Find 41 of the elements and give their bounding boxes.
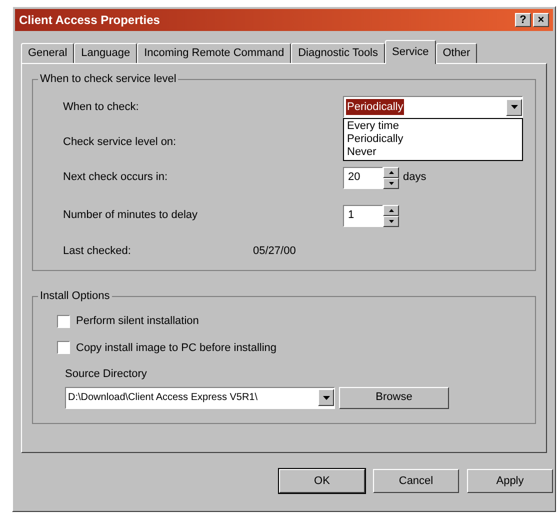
tab[interactable]: Language (74, 43, 138, 63)
checkbox-label: Perform silent installation (76, 314, 199, 329)
dialog-button[interactable]: Apply (467, 469, 553, 493)
window-title: Client Access Properties (19, 12, 160, 29)
dropdown-button[interactable] (318, 389, 334, 406)
caret-up-icon (388, 208, 394, 212)
number-field[interactable]: 20 (343, 166, 383, 188)
number-field[interactable]: 1 (343, 204, 383, 226)
caret-down-icon (388, 220, 394, 222)
browse-button[interactable]: Browse (339, 386, 449, 408)
help-button[interactable]: ? (515, 13, 531, 27)
spin-up-button[interactable] (383, 204, 399, 216)
spin-down-button[interactable] (383, 178, 399, 188)
checkbox-label: Copy install image to PC before installing (76, 340, 277, 356)
tab[interactable]: Other (436, 43, 478, 63)
dropdown-option[interactable]: Periodically (344, 133, 522, 146)
tab[interactable]: Diagnostic Tools (291, 43, 386, 63)
field-label: Check service level on: (63, 135, 176, 150)
field-label: Number of minutes to delay (63, 208, 199, 224)
dropdown-option[interactable]: Never (344, 146, 522, 159)
dialog-button[interactable]: Cancel (373, 469, 459, 493)
field-label: Next check occurs in: (63, 170, 169, 186)
caret-down-icon (322, 396, 330, 400)
caret-up-icon (388, 170, 394, 174)
dialog-button[interactable]: OK (279, 469, 365, 493)
unit-label: days (403, 170, 426, 186)
tab[interactable]: Service (385, 40, 436, 64)
checkbox[interactable] (57, 341, 70, 354)
field-label: Source Directory (65, 367, 148, 382)
tab[interactable]: Incoming Remote Command (137, 43, 292, 63)
group-title: Install Options (38, 289, 112, 303)
tab[interactable]: General (21, 43, 74, 63)
field-label: Last checked: (63, 244, 132, 258)
dropdown-option[interactable]: Every time (344, 120, 522, 133)
checkbox[interactable] (57, 314, 70, 328)
close-button[interactable]: × (533, 13, 549, 27)
date-value: 05/27/00 (253, 244, 297, 258)
field-label: When to check: (63, 100, 139, 115)
spin-up-button[interactable] (383, 166, 399, 178)
caret-down-icon (388, 182, 394, 184)
spin-down-button[interactable] (383, 216, 399, 226)
